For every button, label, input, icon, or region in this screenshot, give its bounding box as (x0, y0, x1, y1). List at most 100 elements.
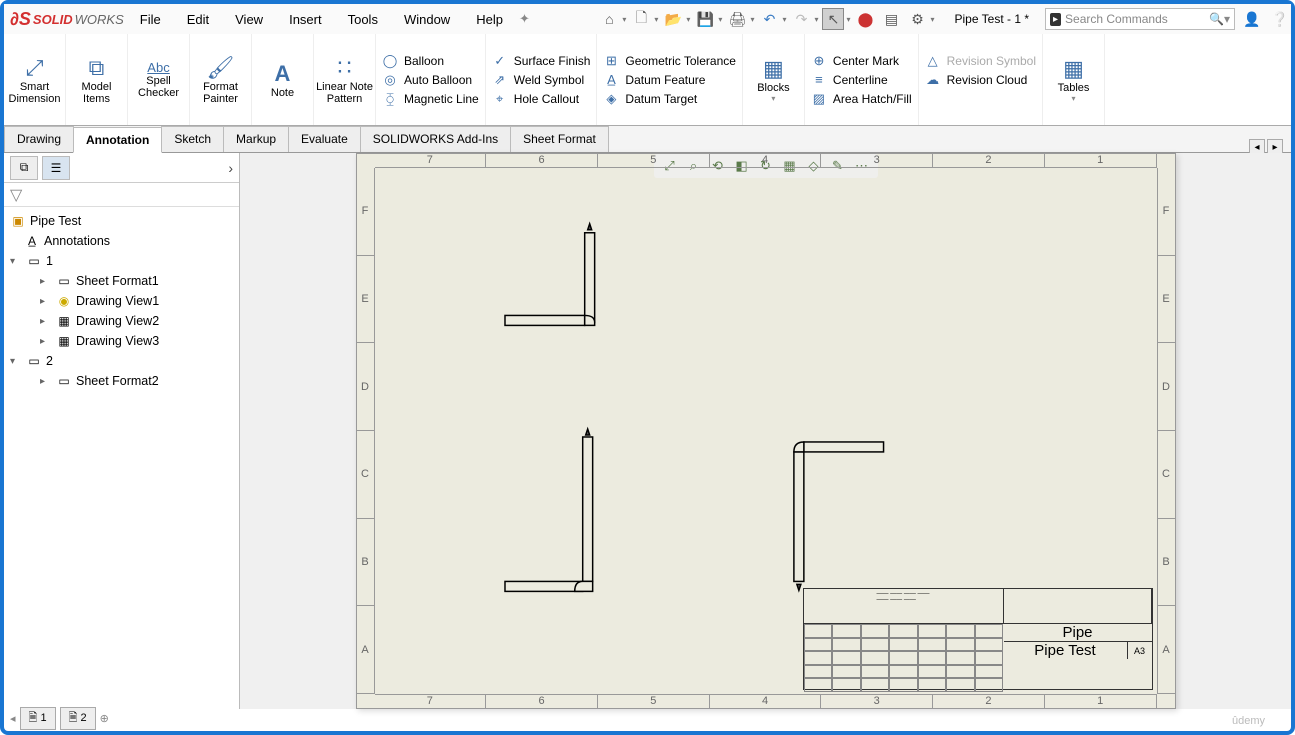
tree-drawing-view3[interactable]: ▸▦Drawing View3 (6, 331, 237, 351)
sheet-tab-2[interactable]: 🗎 2 (60, 707, 96, 730)
menu-file[interactable]: File (130, 8, 171, 31)
format-icon: ▭ (56, 373, 72, 389)
add-sheet-button[interactable]: ⊕ (100, 712, 109, 725)
tree-sheet1[interactable]: ▾▭1 (6, 251, 237, 271)
tab-markup[interactable]: Markup (223, 126, 289, 152)
new-icon[interactable]: 🗋 (630, 8, 652, 30)
revision-cloud-icon: ☁ (925, 72, 941, 88)
search-commands-input[interactable]: ▸ Search Commands 🔍▾ (1045, 8, 1235, 30)
tree-drawing-view1[interactable]: ▸◉Drawing View1 (6, 291, 237, 311)
status-bar: ◂ 🗎 1 🗎 2 ⊕ ûdemy (10, 709, 1285, 727)
note-icon: A (275, 61, 291, 87)
options-list-icon[interactable]: ▤ (881, 8, 903, 30)
title-block: —— —— —— ———— —— —— Pipe (803, 588, 1153, 690)
ribbon: ⤢Smart Dimension ⧉Model Items AbcSpell C… (4, 34, 1291, 126)
print-icon[interactable]: 🖨 (726, 8, 748, 30)
surface-finish-button[interactable]: ✓Surface Finish (492, 53, 591, 69)
home-icon[interactable]: ⌂ (598, 8, 620, 30)
menu-edit[interactable]: Edit (177, 8, 219, 31)
rebuild-icon[interactable]: ⬤ (855, 8, 877, 30)
tab-evaluate[interactable]: Evaluate (288, 126, 361, 152)
tables-button[interactable]: ▦Tables▾ (1043, 34, 1105, 125)
auto-balloon-button[interactable]: ◎Auto Balloon (382, 72, 479, 88)
magnetic-line-button[interactable]: ⧲Magnetic Line (382, 91, 479, 107)
menu-view[interactable]: View (225, 8, 273, 31)
ruler-left: FEDCBA (357, 168, 375, 694)
sheet-tab-prev[interactable]: ◂ (10, 712, 16, 725)
tab-drawing[interactable]: Drawing (4, 126, 74, 152)
geometric-tolerance-button[interactable]: ⊞Geometric Tolerance (603, 53, 736, 69)
format-painter-button[interactable]: 🖌Format Painter (190, 34, 252, 125)
center-mark-button[interactable]: ⊕Center Mark (811, 53, 912, 69)
title-pipe-test: Pipe Test (1004, 642, 1128, 659)
menu-window[interactable]: Window (394, 8, 460, 31)
centerline-button[interactable]: ≡Centerline (811, 72, 912, 88)
balloon-icon: ◯ (382, 53, 398, 69)
search-shortcut-icon: ▸ (1050, 13, 1061, 26)
save-icon[interactable]: 💾 (694, 8, 716, 30)
sheet-icon: ▭ (26, 253, 42, 269)
user-icon[interactable]: 👤 (1241, 8, 1263, 30)
view-icon: ▦ (56, 313, 72, 329)
help-icon[interactable]: ❔ (1269, 8, 1291, 30)
centerline-icon: ≡ (811, 72, 827, 88)
model-items-button[interactable]: ⧉Model Items (66, 34, 128, 125)
drawing-area: —— —— —— ———— —— —— Pipe (375, 168, 1157, 694)
linear-note-pattern-button[interactable]: ∷Linear Note Pattern (314, 34, 376, 125)
menu-help[interactable]: Help (466, 8, 513, 31)
tree-sheet-format1[interactable]: ▸▭Sheet Format1 (6, 271, 237, 291)
surface-icon: ✓ (492, 53, 508, 69)
feature-manager-panel: ⧉ ☰ › ▽ ▣Pipe Test A̲Annotations ▾▭1 ▸▭S… (4, 153, 240, 709)
tree-drawing-view2[interactable]: ▸▦Drawing View2 (6, 311, 237, 331)
annotations-icon: A̲ (24, 233, 40, 249)
settings-icon[interactable]: ⚙ (907, 8, 929, 30)
select-icon[interactable]: ↖ (822, 8, 844, 30)
hole-icon: ⌖ (492, 91, 508, 107)
fm-tab-tree[interactable]: ☰ (42, 156, 70, 180)
tree-sheet2[interactable]: ▾▭2 (6, 351, 237, 371)
weld-icon: ⇗ (492, 72, 508, 88)
note-button[interactable]: ANote (252, 34, 314, 125)
format-icon: ▭ (56, 273, 72, 289)
balloon-button[interactable]: ◯Balloon (382, 53, 479, 69)
menubar: ∂S SOLIDWORKS File Edit View Insert Tool… (4, 4, 1291, 34)
revision-cloud-button[interactable]: ☁Revision Cloud (925, 72, 1036, 88)
blocks-button[interactable]: ▦Blocks▾ (743, 34, 805, 125)
watermark: ûdemy (1232, 715, 1265, 727)
menu-insert[interactable]: Insert (279, 8, 332, 31)
title-pipe: Pipe (1004, 624, 1152, 642)
tab-addins[interactable]: SOLIDWORKS Add-Ins (360, 126, 511, 152)
drawing-sheet: ⤢ ⌕ ⟲ ◧ ↻ ▦ ◇ ✎ ⋯ 7654321 7654321 FEDCBA… (356, 153, 1176, 709)
datum-feature-button[interactable]: A̲Datum Feature (603, 72, 736, 88)
redo-icon[interactable]: ↷ (790, 8, 812, 30)
menu-tools[interactable]: Tools (338, 8, 388, 31)
spell-checker-button[interactable]: AbcSpell Checker (128, 34, 190, 125)
tab-annotation[interactable]: Annotation (73, 127, 162, 153)
view-icon: ◉ (56, 293, 72, 309)
tab-sheet-format[interactable]: Sheet Format (510, 126, 609, 152)
auto-balloon-icon: ◎ (382, 72, 398, 88)
drawing-canvas[interactable]: ⤢ ⌕ ⟲ ◧ ↻ ▦ ◇ ✎ ⋯ 7654321 7654321 FEDCBA… (240, 153, 1291, 709)
ds-logo-icon: ∂S (10, 9, 31, 30)
revision-symbol-button: △Revision Symbol (925, 53, 1036, 69)
tree-root[interactable]: ▣Pipe Test (6, 211, 237, 231)
datum-target-button[interactable]: ◈Datum Target (603, 91, 736, 107)
tree-annotations[interactable]: A̲Annotations (6, 231, 237, 251)
tree-sheet-format2[interactable]: ▸▭Sheet Format2 (6, 371, 237, 391)
app-logo: ∂S SOLIDWORKS (10, 9, 124, 30)
smart-dimension-button[interactable]: ⤢Smart Dimension (4, 34, 66, 125)
fm-tab-assembly[interactable]: ⧉ (10, 156, 38, 180)
open-icon[interactable]: 📂 (662, 8, 684, 30)
filter-icon[interactable]: ▽ (10, 185, 22, 205)
hole-callout-button[interactable]: ⌖Hole Callout (492, 91, 591, 107)
search-icon: 🔍▾ (1209, 12, 1230, 26)
tab-sketch[interactable]: Sketch (161, 126, 224, 152)
fm-expand-button[interactable]: › (228, 160, 233, 176)
ruler-top: 7654321 (375, 154, 1157, 168)
undo-icon[interactable]: ↶ (758, 8, 780, 30)
sheet-tab-1[interactable]: 🗎 1 (20, 707, 56, 730)
spell-icon: Abc (147, 60, 169, 75)
blocks-icon: ▦ (763, 56, 784, 82)
area-hatch-button[interactable]: ▨Area Hatch/Fill (811, 91, 912, 107)
weld-symbol-button[interactable]: ⇗Weld Symbol (492, 72, 591, 88)
